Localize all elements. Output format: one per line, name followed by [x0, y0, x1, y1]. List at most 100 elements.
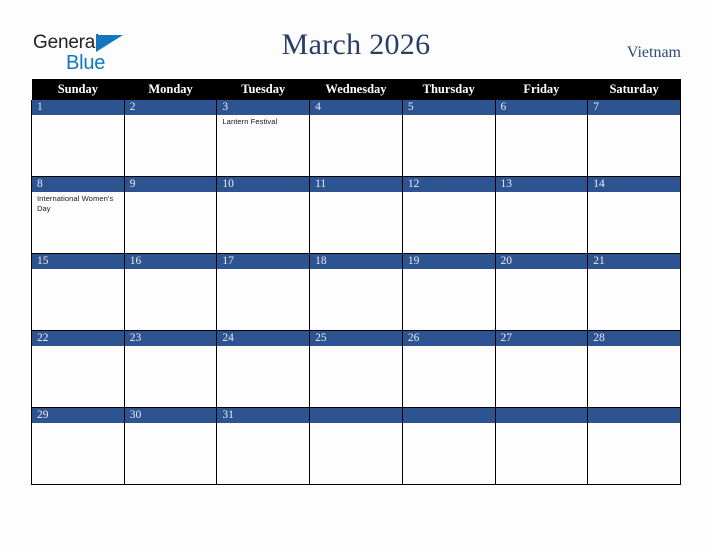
day-events	[496, 192, 588, 194]
weekday-header-monday: Monday	[124, 79, 217, 100]
calendar-day-cell[interactable]: 8 International Women's Day	[31, 176, 125, 254]
calendar-day-cell[interactable]: 31	[216, 407, 311, 485]
weekday-header-row: Sunday Monday Tuesday Wednesday Thursday…	[31, 79, 681, 100]
calendar-day-cell[interactable]: 25	[309, 330, 403, 408]
calendar-empty-cell	[494, 407, 589, 485]
day-number: 9	[124, 177, 217, 192]
day-events	[403, 115, 495, 117]
day-events	[310, 115, 402, 117]
weekday-header-friday: Friday	[495, 79, 588, 100]
calendar-day-cell[interactable]: 9	[123, 176, 218, 254]
calendar-day-cell[interactable]: 27	[494, 330, 589, 408]
day-events	[125, 115, 217, 117]
calendar-day-cell[interactable]: 28	[587, 330, 681, 408]
calendar-day-cell[interactable]: 22	[31, 330, 125, 408]
day-number: 3	[217, 100, 310, 115]
calendar-day-cell[interactable]: 30	[123, 407, 218, 485]
calendar-day-cell[interactable]: 2	[123, 100, 218, 177]
day-events: Lantern Festival	[217, 115, 309, 127]
calendar-day-cell[interactable]: 1	[31, 100, 125, 177]
calendar-week-row: 22 23 24 25 26 27 28	[31, 330, 681, 408]
day-events	[310, 269, 402, 271]
calendar-empty-cell	[309, 407, 403, 485]
day-events	[588, 346, 680, 348]
day-events	[125, 192, 217, 194]
day-number: 15	[32, 254, 124, 269]
day-events	[125, 269, 217, 271]
day-number: 17	[217, 254, 310, 269]
day-events	[403, 423, 495, 425]
day-events	[588, 423, 680, 425]
calendar-day-cell[interactable]: 13	[494, 176, 589, 254]
day-events	[217, 423, 309, 425]
event-label: International Women's Day	[37, 194, 114, 213]
calendar-day-cell[interactable]: 6	[494, 100, 589, 177]
weekday-header-tuesday: Tuesday	[216, 79, 310, 100]
calendar-day-cell[interactable]: 14	[587, 176, 681, 254]
calendar-day-cell[interactable]: 26	[401, 330, 496, 408]
country-label: Vietnam	[626, 44, 681, 61]
day-events	[588, 115, 680, 117]
calendar-day-cell[interactable]: 11	[309, 176, 403, 254]
day-events	[403, 346, 495, 348]
day-events	[310, 423, 402, 425]
day-number	[588, 408, 680, 423]
calendar-empty-cell	[401, 407, 496, 485]
day-number: 1	[32, 100, 124, 115]
calendar-day-cell[interactable]: 23	[123, 330, 218, 408]
day-number: 10	[217, 177, 310, 192]
calendar-week-row: 8 International Women's Day 9 10 11 12 13 14	[31, 176, 681, 254]
calendar-day-cell[interactable]: 24	[216, 330, 311, 408]
day-events	[496, 423, 588, 425]
calendar-day-cell[interactable]: 18	[309, 253, 403, 331]
calendar-day-cell[interactable]: 10	[216, 176, 311, 254]
calendar-week-row: 15 16 17 18 19 20 21	[31, 253, 681, 331]
day-events	[310, 192, 402, 194]
calendar-day-cell[interactable]: 16	[123, 253, 218, 331]
day-events	[32, 269, 124, 271]
day-events	[588, 269, 680, 271]
calendar-day-cell[interactable]: 15	[31, 253, 125, 331]
day-number	[495, 408, 588, 423]
weekday-header-sunday: Sunday	[31, 79, 125, 100]
day-number: 26	[402, 331, 495, 346]
day-events	[403, 192, 495, 194]
day-events	[217, 192, 309, 194]
day-number: 29	[32, 408, 124, 423]
calendar-day-cell[interactable]: 19	[401, 253, 496, 331]
day-events	[496, 346, 588, 348]
day-events	[125, 346, 217, 348]
weekday-header-wednesday: Wednesday	[309, 79, 403, 100]
calendar-day-cell[interactable]: 12	[401, 176, 496, 254]
weekday-header-thursday: Thursday	[402, 79, 496, 100]
day-number: 19	[402, 254, 495, 269]
calendar-day-cell[interactable]: 20	[494, 253, 589, 331]
calendar-day-cell[interactable]: 4	[309, 100, 403, 177]
calendar-week-row: 1 2 3 Lantern Festival 4 5 6 7	[31, 100, 681, 177]
day-number: 4	[310, 100, 402, 115]
calendar-day-cell[interactable]: 17	[216, 253, 311, 331]
day-number: 2	[124, 100, 217, 115]
day-number: 13	[495, 177, 588, 192]
calendar-grid: Sunday Monday Tuesday Wednesday Thursday…	[31, 79, 681, 485]
day-number: 20	[495, 254, 588, 269]
calendar-day-cell[interactable]: 29	[31, 407, 125, 485]
day-events	[32, 346, 124, 348]
day-events	[217, 269, 309, 271]
day-events	[496, 115, 588, 117]
calendar-day-cell[interactable]: 5	[401, 100, 496, 177]
calendar-day-cell[interactable]: 3 Lantern Festival	[216, 100, 311, 177]
day-number: 8	[32, 177, 124, 192]
calendar-empty-cell	[587, 407, 681, 485]
day-events	[32, 115, 124, 117]
calendar-day-cell[interactable]: 21	[587, 253, 681, 331]
page-header: General Blue March 2026 Vietnam	[0, 0, 712, 78]
day-events	[588, 192, 680, 194]
day-number: 6	[495, 100, 588, 115]
day-number: 11	[310, 177, 402, 192]
day-events	[310, 346, 402, 348]
day-number: 12	[402, 177, 495, 192]
calendar-day-cell[interactable]: 7	[587, 100, 681, 177]
day-number: 18	[310, 254, 402, 269]
event-label: Lantern Festival	[222, 117, 278, 126]
